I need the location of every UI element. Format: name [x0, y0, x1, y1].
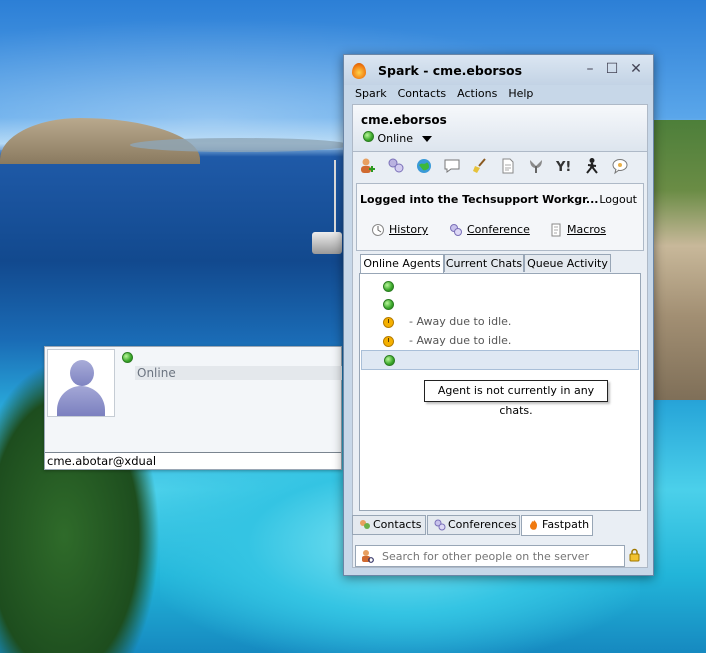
fastpath-icon [530, 520, 538, 530]
contacts-icon [360, 520, 370, 529]
avatar-head [70, 360, 94, 386]
desktop-boat-mast [334, 160, 336, 234]
agent-status-text: - Away due to idle. [409, 315, 512, 328]
avatar-body [57, 386, 105, 416]
window-title: Spark - cme.eborsos [378, 63, 523, 78]
list-item[interactable]: - Away due to idle. [361, 313, 637, 331]
away-clock-icon [383, 317, 394, 328]
online-status-icon [122, 352, 133, 363]
desktop-distant-coast [130, 138, 350, 152]
presence-label: Online [377, 132, 413, 145]
tab-current-chats[interactable]: Current Chats [444, 254, 524, 272]
macros-button[interactable]: Macros [549, 223, 606, 237]
menu-bar: Spark Contacts Actions Help [344, 85, 653, 103]
chat-icon[interactable] [443, 157, 461, 175]
menu-actions[interactable]: Actions [457, 85, 497, 103]
avatar [47, 349, 115, 417]
tab-online-agents[interactable]: Online Agents [360, 254, 444, 273]
conference-icon[interactable] [387, 157, 405, 175]
people-search [355, 545, 625, 567]
tab-contacts-label: Contacts [373, 518, 422, 531]
conference-icon [450, 224, 462, 236]
history-label: History [389, 223, 429, 236]
menu-help[interactable]: Help [508, 85, 533, 103]
workgroup-status: Logged into the Techsupport Workgr... [360, 193, 599, 206]
logout-link[interactable]: Logout [599, 193, 637, 206]
history-icon [372, 224, 384, 236]
history-button[interactable]: History [371, 223, 428, 237]
icq-icon[interactable] [611, 157, 629, 175]
tab-fastpath-label: Fastpath [542, 518, 590, 531]
profile-email: cme.abotar@xdual [45, 452, 341, 469]
add-contact-icon[interactable] [359, 157, 377, 175]
online-status-icon [363, 131, 374, 142]
conferences-icon [434, 519, 446, 531]
aim-icon[interactable] [583, 157, 601, 175]
list-item[interactable] [361, 277, 637, 295]
tab-conferences[interactable]: Conferences [427, 515, 520, 535]
globe-icon[interactable] [415, 157, 433, 175]
document-icon[interactable] [499, 157, 517, 175]
broom-icon[interactable] [471, 157, 489, 175]
spark-window: Spark - cme.eborsos – ☐ ✕ Spark Contacts A… [343, 54, 654, 576]
macros-label: Macros [567, 223, 607, 236]
agent-status-text: - Away due to idle. [409, 334, 512, 347]
agent-list: - Away due to idle. - Away due to idle. … [359, 273, 641, 511]
maximize-button[interactable]: ☐ [604, 61, 620, 77]
search-input[interactable] [380, 548, 622, 565]
macros-icon [551, 223, 561, 237]
close-button[interactable]: ✕ [628, 61, 644, 77]
contact-profile-card: Online cme.abotar@xdual [44, 346, 342, 470]
lock-icon[interactable] [629, 548, 640, 562]
yahoo-icon[interactable]: Y! [555, 157, 573, 175]
conference-label: Conference [467, 223, 530, 236]
tab-fastpath[interactable]: Fastpath [521, 515, 593, 536]
spark-logo-icon [352, 63, 366, 79]
tab-queue-activity[interactable]: Queue Activity [524, 254, 611, 272]
menu-spark[interactable]: Spark [355, 85, 387, 103]
list-item[interactable] [361, 295, 637, 313]
search-people-icon [362, 550, 374, 563]
user-name: cme.eborsos [361, 113, 447, 127]
msn-icon[interactable] [527, 157, 545, 175]
online-status-icon [383, 281, 394, 292]
tab-conferences-label: Conferences [448, 518, 517, 531]
away-clock-icon [383, 336, 394, 347]
menu-contacts[interactable]: Contacts [398, 85, 447, 103]
chevron-down-icon [422, 136, 433, 142]
online-status-icon [384, 355, 395, 366]
svg-text:Y!: Y! [555, 160, 571, 175]
tab-contacts[interactable]: Contacts [352, 515, 426, 535]
user-header: cme.eborsos Online [353, 105, 647, 152]
online-status-icon [383, 299, 394, 310]
list-item[interactable] [361, 350, 639, 370]
agent-tooltip: Agent is not currently in any chats. [424, 380, 608, 417]
conference-button[interactable]: Conference [449, 223, 530, 237]
presence-dropdown[interactable]: Online [363, 131, 433, 145]
fastpath-panel: Logged into the Techsupport Workgr... Lo… [356, 183, 644, 251]
profile-status-text: Online [135, 366, 342, 380]
main-panel: cme.eborsos Online Y! Logged into the Te… [352, 104, 648, 568]
desktop-boat [312, 232, 342, 254]
minimize-button[interactable]: – [582, 61, 598, 77]
list-item[interactable]: - Away due to idle. [361, 332, 637, 350]
title-bar[interactable]: Spark - cme.eborsos – ☐ ✕ [344, 55, 653, 85]
toolbar: Y! [353, 154, 647, 178]
